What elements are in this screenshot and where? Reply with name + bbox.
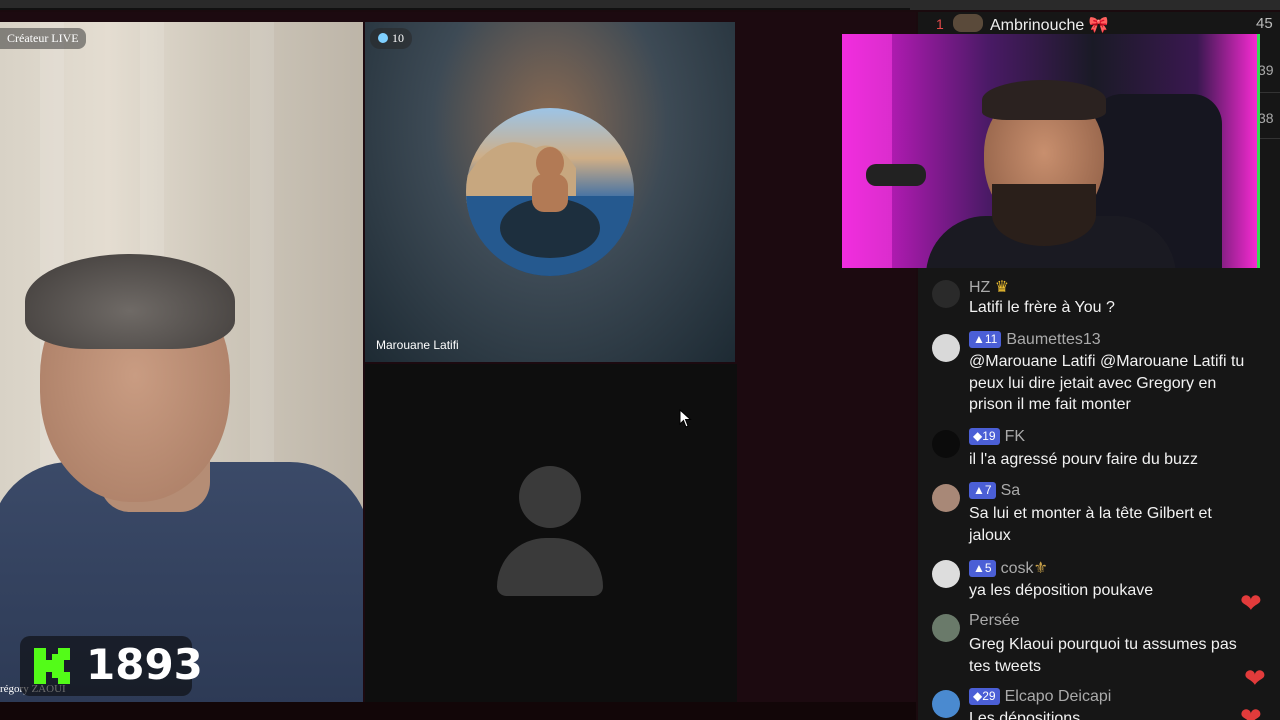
user-placeholder-head-icon — [519, 466, 581, 528]
chat-text: Latifi le frère à You ? — [969, 299, 1115, 316]
streamer-beard — [992, 184, 1096, 246]
fleur-de-lis-icon: ⚜ — [1033, 560, 1048, 577]
leaderboard-name[interactable]: Ambrinouche 🎀 — [990, 15, 1109, 35]
mouse-cursor-icon — [679, 409, 692, 428]
username-text: Elcapo Deicapi — [1004, 688, 1112, 705]
chat-text: Les dépositions — [969, 710, 1081, 720]
leaderboard-score-2: 39 — [1258, 62, 1274, 78]
badge-count: 5 — [984, 561, 992, 575]
browser-top-bar — [0, 0, 1280, 10]
divider — [1260, 138, 1280, 139]
user-avatar[interactable] — [932, 334, 960, 362]
username-text: cosk — [1000, 560, 1034, 577]
sub-badge: ▲7 — [969, 482, 996, 499]
user-avatar[interactable] — [932, 430, 960, 458]
neon-light — [842, 34, 892, 268]
creator-live-label: Créateur LIVE — [0, 28, 86, 49]
sub-badge: ▲5 — [969, 560, 996, 577]
username-text: FK — [1004, 428, 1026, 445]
badge-count: 7 — [984, 483, 992, 497]
chat-username[interactable]: ▲5 cosk⚜ — [969, 558, 1048, 578]
chat-text: Greg Klaoui pourquoi tu assumes pas tes … — [969, 636, 1237, 675]
divider — [1260, 92, 1280, 93]
crown-icon: ♛ — [994, 279, 1010, 296]
viewer-icon — [378, 33, 388, 43]
viewer-count: 10 — [392, 31, 404, 45]
chat-text: Sa lui et monter à la tête Gilbert et ja… — [969, 505, 1212, 544]
participant-avatar — [466, 108, 634, 276]
user-avatar[interactable] — [932, 280, 960, 308]
leaderboard-score-3: 38 — [1258, 110, 1274, 126]
streamer-hair — [982, 80, 1106, 120]
progress-line — [0, 8, 910, 10]
chat-username[interactable]: ◆29 Elcapo Deicapi — [969, 688, 1111, 706]
user-avatar[interactable] — [932, 690, 960, 718]
leaderboard-rank: 1 — [936, 16, 944, 32]
chat-username[interactable]: ▲7 Sa — [969, 482, 1020, 500]
heart-icon: ❤ — [1240, 702, 1262, 720]
username-text: Persée — [969, 612, 1020, 629]
leaderboard-score: 45 — [1256, 15, 1273, 32]
participant-name-right: Marouane Latifi — [376, 338, 459, 352]
username-text: Sa — [1000, 482, 1021, 499]
chat-username[interactable]: ◆19 FK — [969, 428, 1025, 446]
streamer-webcam — [842, 34, 1260, 268]
viewer-count-pill: 10 — [370, 28, 412, 49]
username-text: HZ — [969, 279, 991, 296]
user-avatar[interactable] — [932, 484, 960, 512]
person-hair — [25, 254, 235, 349]
heart-icon: ❤ — [1244, 663, 1266, 693]
live-bar — [1257, 34, 1260, 268]
microphone-icon — [866, 164, 926, 186]
jetski-photo — [466, 142, 634, 276]
sub-badge: ◆29 — [969, 688, 1000, 705]
user-avatar[interactable] — [932, 560, 960, 588]
sub-badge: ▲11 — [969, 331, 1002, 348]
badge-count: 19 — [982, 429, 996, 443]
ribbon-icon: 🎀 — [1088, 17, 1109, 34]
user-avatar[interactable] — [932, 614, 960, 642]
participant-video-left[interactable] — [0, 22, 363, 702]
kick-logo-icon — [34, 648, 70, 684]
badge-count: 29 — [982, 689, 996, 703]
chat-text: il l'a agressé pourv faire du buzz — [969, 451, 1198, 468]
chat-username[interactable]: ▲11 Baumettes13 — [969, 331, 1101, 349]
bottom-toolbar-strip — [0, 702, 916, 720]
heart-icon: ❤ — [1240, 588, 1262, 618]
chat-text: @Marouane Latifi @Marouane Latifi tu peu… — [969, 353, 1245, 413]
leaderboard-avatar — [953, 14, 983, 32]
badge-count: 11 — [984, 332, 998, 346]
username-text: Baumettes13 — [1006, 331, 1101, 348]
sub-badge: ◆19 — [969, 428, 1000, 445]
kick-counter-value: 1893 — [86, 640, 203, 689]
chat-username[interactable]: HZ ♛ — [969, 277, 1009, 297]
chat-text: ya les déposition poukave — [969, 582, 1154, 599]
leaderboard-name-text: Ambrinouche — [990, 17, 1085, 34]
chat-username[interactable]: Persée — [969, 612, 1020, 630]
